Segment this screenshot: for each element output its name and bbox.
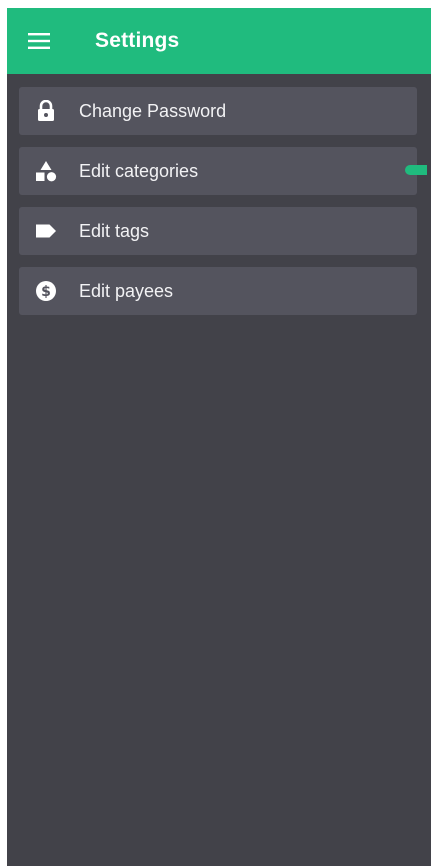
settings-item-label: Edit payees xyxy=(79,280,174,301)
settings-item-edit-categories[interactable]: Edit categories xyxy=(19,147,427,195)
dollar-circle-icon: $ xyxy=(33,278,59,304)
svg-text:$: $ xyxy=(41,284,51,300)
settings-list: Change Password Edit categories Edit tag… xyxy=(19,87,427,327)
settings-item-label: Edit tags xyxy=(79,220,150,241)
app-bar: Settings xyxy=(7,8,431,74)
settings-item-change-password[interactable]: Change Password xyxy=(19,87,417,135)
settings-item-edit-payees[interactable]: $ Edit payees xyxy=(19,267,417,315)
page-title: Settings xyxy=(95,29,180,52)
hamburger-menu-icon[interactable] xyxy=(7,8,71,74)
shapes-icon xyxy=(33,158,59,184)
tag-icon xyxy=(33,218,59,244)
settings-item-label: Change Password xyxy=(79,100,227,121)
settings-item-edit-tags[interactable]: Edit tags xyxy=(19,207,417,255)
lock-icon xyxy=(33,98,59,124)
settings-item-label: Edit categories xyxy=(79,160,199,181)
drawer-handle[interactable] xyxy=(405,165,427,175)
app-screen: Settings Change Password Edit categories… xyxy=(7,8,431,866)
